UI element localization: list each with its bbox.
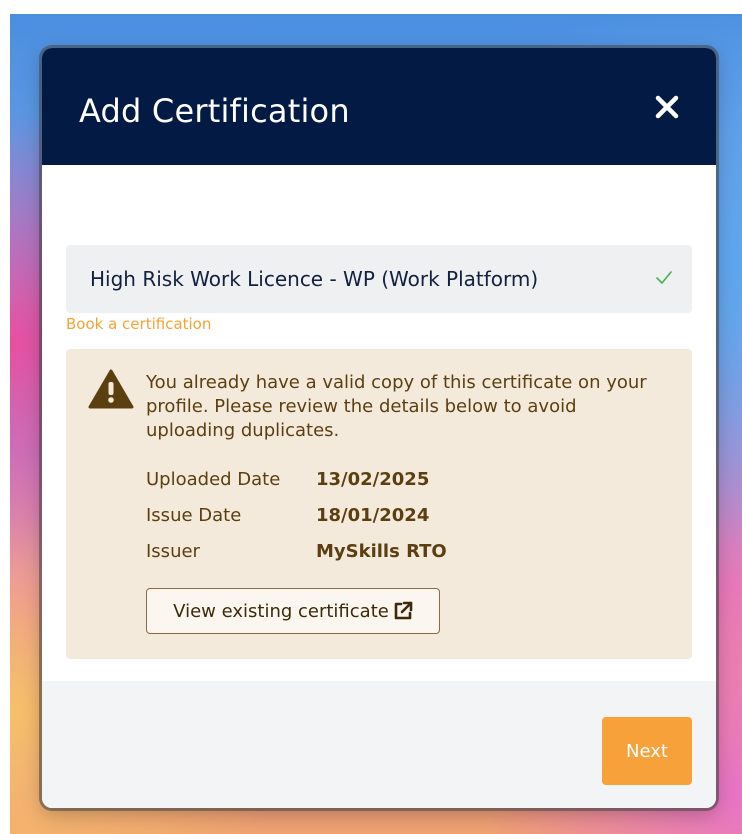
detail-label: Uploaded Date bbox=[146, 469, 281, 490]
modal-title: Add Certification bbox=[79, 92, 350, 130]
detail-value: 13/02/2025 bbox=[316, 469, 430, 490]
modal-header: Add Certification bbox=[42, 48, 716, 165]
page-top-strip bbox=[0, 0, 742, 14]
view-existing-certificate-button[interactable]: View existing certificate bbox=[146, 588, 440, 634]
certification-select-value: High Risk Work Licence - WP (Work Platfo… bbox=[90, 267, 539, 291]
modal-body: High Risk Work Licence - WP (Work Platfo… bbox=[42, 165, 716, 681]
warning-icon bbox=[88, 369, 134, 409]
add-certification-modal: Add Certification High Risk Work Licence… bbox=[42, 48, 716, 808]
detail-label: Issue Date bbox=[146, 505, 242, 526]
detail-label: Issuer bbox=[146, 541, 200, 562]
warning-message: You already have a valid copy of this ce… bbox=[146, 372, 647, 441]
view-existing-certificate-label: View existing certificate bbox=[173, 600, 389, 622]
detail-value: 18/01/2024 bbox=[316, 505, 430, 526]
next-button[interactable]: Next bbox=[602, 717, 692, 785]
certification-select[interactable]: High Risk Work Licence - WP (Work Platfo… bbox=[66, 245, 692, 313]
check-icon bbox=[656, 271, 672, 284]
duplicate-warning-panel: You already have a valid copy of this ce… bbox=[66, 349, 692, 659]
close-button[interactable] bbox=[652, 92, 682, 122]
modal-footer: Next bbox=[42, 681, 716, 808]
detail-value: MySkills RTO bbox=[316, 541, 447, 562]
external-link-icon bbox=[393, 601, 413, 621]
close-icon bbox=[655, 95, 679, 119]
book-certification-link[interactable]: Book a certification bbox=[66, 315, 211, 333]
